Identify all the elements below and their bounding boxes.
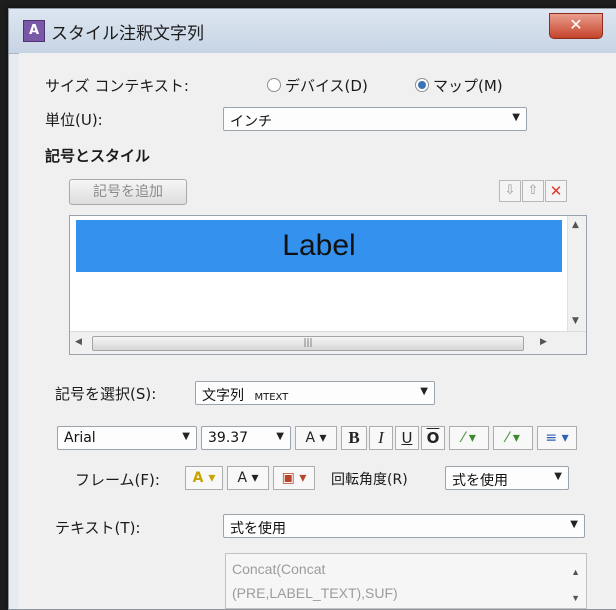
vertical-scrollbar[interactable]: ▲ ▼: [567, 216, 586, 334]
radio-map[interactable]: [415, 78, 429, 92]
close-button[interactable]: ✕: [549, 13, 603, 39]
italic-button[interactable]: I: [369, 426, 393, 450]
expression-line-1: Concat(Concat: [232, 561, 326, 577]
chevron-down-icon: ▼: [276, 431, 284, 442]
title-bar: A スタイル注釈文字列 ✕: [9, 9, 616, 54]
text-color-icon[interactable]: A ▾: [185, 466, 223, 490]
scroll-right-icon[interactable]: ▶: [540, 337, 547, 347]
unit-label: 単位(U):: [45, 111, 103, 129]
text-value: 式を使用: [230, 521, 286, 537]
symbol-select-value: 文字列: [202, 388, 244, 404]
rotation-label: 回転角度(R): [331, 472, 408, 488]
window-title: スタイル注釈文字列: [51, 24, 204, 44]
radio-device-label[interactable]: デバイス(D): [285, 75, 368, 96]
symbol-list: Label ▲ ▼ ◀ ||| ▶: [69, 215, 587, 355]
underline-button[interactable]: U: [395, 426, 419, 450]
add-symbol-button[interactable]: 記号を追加: [69, 179, 187, 205]
dialog-body: サイズ コンテキスト: デバイス(D) マップ(M) 単位(U): インチ ▼ …: [19, 53, 616, 609]
symbols-heading: 記号とスタイル: [45, 147, 151, 165]
text-label: テキスト(T):: [55, 519, 141, 537]
chevron-down-icon: ▼: [512, 112, 520, 123]
unit-select[interactable]: インチ ▼: [223, 107, 527, 131]
frame-label: フレーム(F):: [75, 471, 160, 489]
chevron-down-icon: ▼: [182, 431, 190, 442]
scroll-up-icon[interactable]: ▲: [572, 220, 579, 230]
symbol-select-label: 記号を選択(S):: [55, 385, 157, 403]
background-color-icon[interactable]: A ▾: [227, 466, 269, 490]
overline-button[interactable]: O: [421, 426, 445, 450]
remove-icon[interactable]: ✕: [545, 180, 567, 202]
scroll-down-icon[interactable]: ▼: [572, 316, 579, 326]
font-name-select[interactable]: Arial ▼: [57, 426, 197, 450]
symbol-select[interactable]: 文字列 MTEXT ▼: [195, 381, 435, 405]
subscript-icon[interactable]: ⁄ ▾: [493, 426, 533, 450]
app-icon: A: [23, 20, 45, 42]
rotation-select[interactable]: 式を使用 ▼: [445, 466, 569, 490]
move-up-icon[interactable]: ⇧: [522, 180, 544, 202]
scroll-left-icon[interactable]: ◀: [75, 337, 82, 347]
bold-button[interactable]: B: [341, 426, 367, 450]
horizontal-scrollbar[interactable]: ◀ ||| ▶: [70, 331, 586, 354]
scroll-up-icon[interactable]: ▲: [571, 560, 580, 584]
size-context-label: サイズ コンテキスト:: [45, 77, 189, 95]
align-icon[interactable]: ≡ ▾: [537, 426, 577, 450]
font-size-select[interactable]: 39.37 ▼: [201, 426, 291, 450]
list-item-label[interactable]: Label: [76, 220, 562, 272]
radio-device[interactable]: [267, 78, 281, 92]
chevron-down-icon: ▼: [554, 471, 562, 482]
unit-value: インチ: [230, 114, 272, 130]
expression-textarea[interactable]: Concat(Concat (PRE,LABEL_TEXT),SUF) ▲ ▼: [225, 553, 587, 609]
chevron-down-icon: ▼: [420, 386, 428, 397]
frame-style-icon[interactable]: ▣ ▾: [273, 466, 315, 490]
chevron-down-icon: ▼: [570, 519, 578, 530]
font-size-value: 39.37: [208, 430, 249, 446]
rotation-value: 式を使用: [452, 473, 508, 489]
text-height-icon[interactable]: A ▾: [295, 426, 337, 450]
scroll-thumb[interactable]: |||: [92, 336, 524, 351]
text-select[interactable]: 式を使用 ▼: [223, 514, 585, 538]
superscript-icon[interactable]: ⁄ ▾: [449, 426, 489, 450]
symbol-select-sub: MTEXT: [254, 392, 289, 403]
expression-line-2: (PRE,LABEL_TEXT),SUF): [232, 585, 398, 601]
scroll-down-icon[interactable]: ▼: [571, 586, 580, 610]
font-name-value: Arial: [64, 430, 96, 446]
radio-map-label[interactable]: マップ(M): [433, 75, 503, 96]
style-annotation-dialog: A スタイル注釈文字列 ✕ サイズ コンテキスト: デバイス(D) マップ(M)…: [8, 8, 616, 610]
move-down-icon[interactable]: ⇩: [499, 180, 521, 202]
